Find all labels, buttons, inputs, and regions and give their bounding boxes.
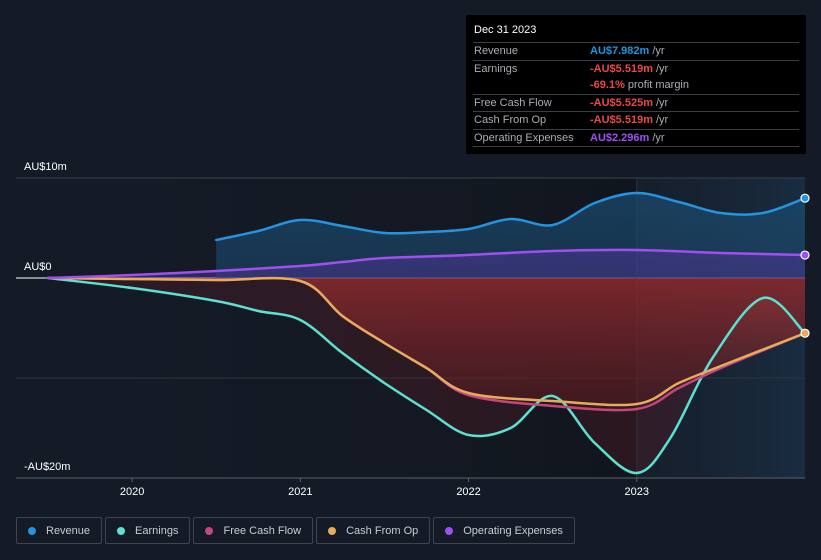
tooltip-row-value: -69.1% bbox=[590, 79, 625, 92]
legend-label: Earnings bbox=[135, 524, 179, 537]
tooltip-row-unit: profit margin bbox=[627, 79, 689, 92]
legend-label: Revenue bbox=[46, 524, 91, 537]
tooltip-row-unit: /yr bbox=[652, 45, 665, 58]
legend-item-operating-expenses[interactable]: Operating Expenses bbox=[433, 517, 575, 544]
legend-dot-icon bbox=[328, 526, 337, 535]
legend-label: Cash From Op bbox=[346, 524, 419, 537]
x-tick-label: 2020 bbox=[120, 486, 144, 498]
tooltip-row-unit: /yr bbox=[655, 114, 669, 127]
tooltip-row-unit: /yr bbox=[655, 62, 669, 75]
legend-label: Operating Expenses bbox=[463, 524, 563, 537]
revenue-end-marker[interactable] bbox=[800, 193, 810, 203]
x-tick-label: 2021 bbox=[288, 486, 312, 498]
tooltip-date: Dec 31 2023 bbox=[473, 22, 799, 43]
tooltip-row: Operating Expenses AU$2.296m/yr bbox=[473, 130, 799, 147]
tooltip-row-label: Free Cash Flow bbox=[474, 96, 552, 109]
tooltip-row-value: -AU$5.519m bbox=[590, 62, 653, 75]
legend-item-cash-from-op[interactable]: Cash From Op bbox=[316, 517, 431, 544]
tooltip-row: -69.1% profit margin bbox=[473, 77, 799, 95]
tooltip-row: Cash From Op -AU$5.519m/yr bbox=[473, 112, 799, 130]
legend-item-revenue[interactable]: Revenue bbox=[16, 517, 103, 544]
legend-dot-icon bbox=[445, 526, 454, 535]
tooltip-row: Earnings -AU$5.519m/yr bbox=[473, 61, 799, 78]
legend-item-free-cash-flow[interactable]: Free Cash Flow bbox=[193, 517, 314, 544]
tooltip-row: Revenue AU$7.982m/yr bbox=[473, 43, 799, 61]
tooltip-row-value: AU$7.982m bbox=[590, 45, 650, 58]
x-tick-label: 2022 bbox=[456, 486, 480, 498]
tooltip: Dec 31 2023 Revenue AU$7.982m/yr Earnings -… bbox=[466, 15, 806, 154]
y-tick-label: -AU$20m bbox=[24, 461, 70, 473]
legend-item-earnings[interactable]: Earnings bbox=[105, 517, 191, 544]
tooltip-row-label: Operating Expenses bbox=[474, 131, 574, 144]
tooltip-row-label: Revenue bbox=[474, 45, 519, 58]
y-tick-label: AU$0 bbox=[24, 261, 52, 273]
operating-expenses-end-marker[interactable] bbox=[800, 250, 810, 260]
legend-label: Free Cash Flow bbox=[223, 524, 302, 537]
legend-dot-icon bbox=[205, 526, 214, 535]
legend: Revenue Earnings Free Cash Flow Cash From O… bbox=[16, 517, 575, 544]
legend-dot-icon bbox=[28, 526, 36, 535]
tooltip-row-value: -AU$5.525m bbox=[590, 96, 653, 109]
tooltip-row-label: Cash From Op bbox=[474, 114, 547, 127]
legend-dot-icon bbox=[117, 526, 126, 535]
cash-from-op-end-marker[interactable] bbox=[800, 328, 810, 338]
tooltip-row-value: AU$2.296m bbox=[590, 131, 650, 144]
tooltip-row-label: Earnings bbox=[474, 62, 518, 75]
tooltip-row: Free Cash Flow -AU$5.525m/yr bbox=[473, 95, 799, 112]
tooltip-row-unit: /yr bbox=[655, 96, 669, 109]
tooltip-row-value: -AU$5.519m bbox=[590, 114, 653, 127]
tooltip-row-unit: /yr bbox=[652, 131, 665, 144]
x-tick-label: 2023 bbox=[625, 486, 649, 498]
y-tick-label: AU$10m bbox=[24, 161, 67, 173]
